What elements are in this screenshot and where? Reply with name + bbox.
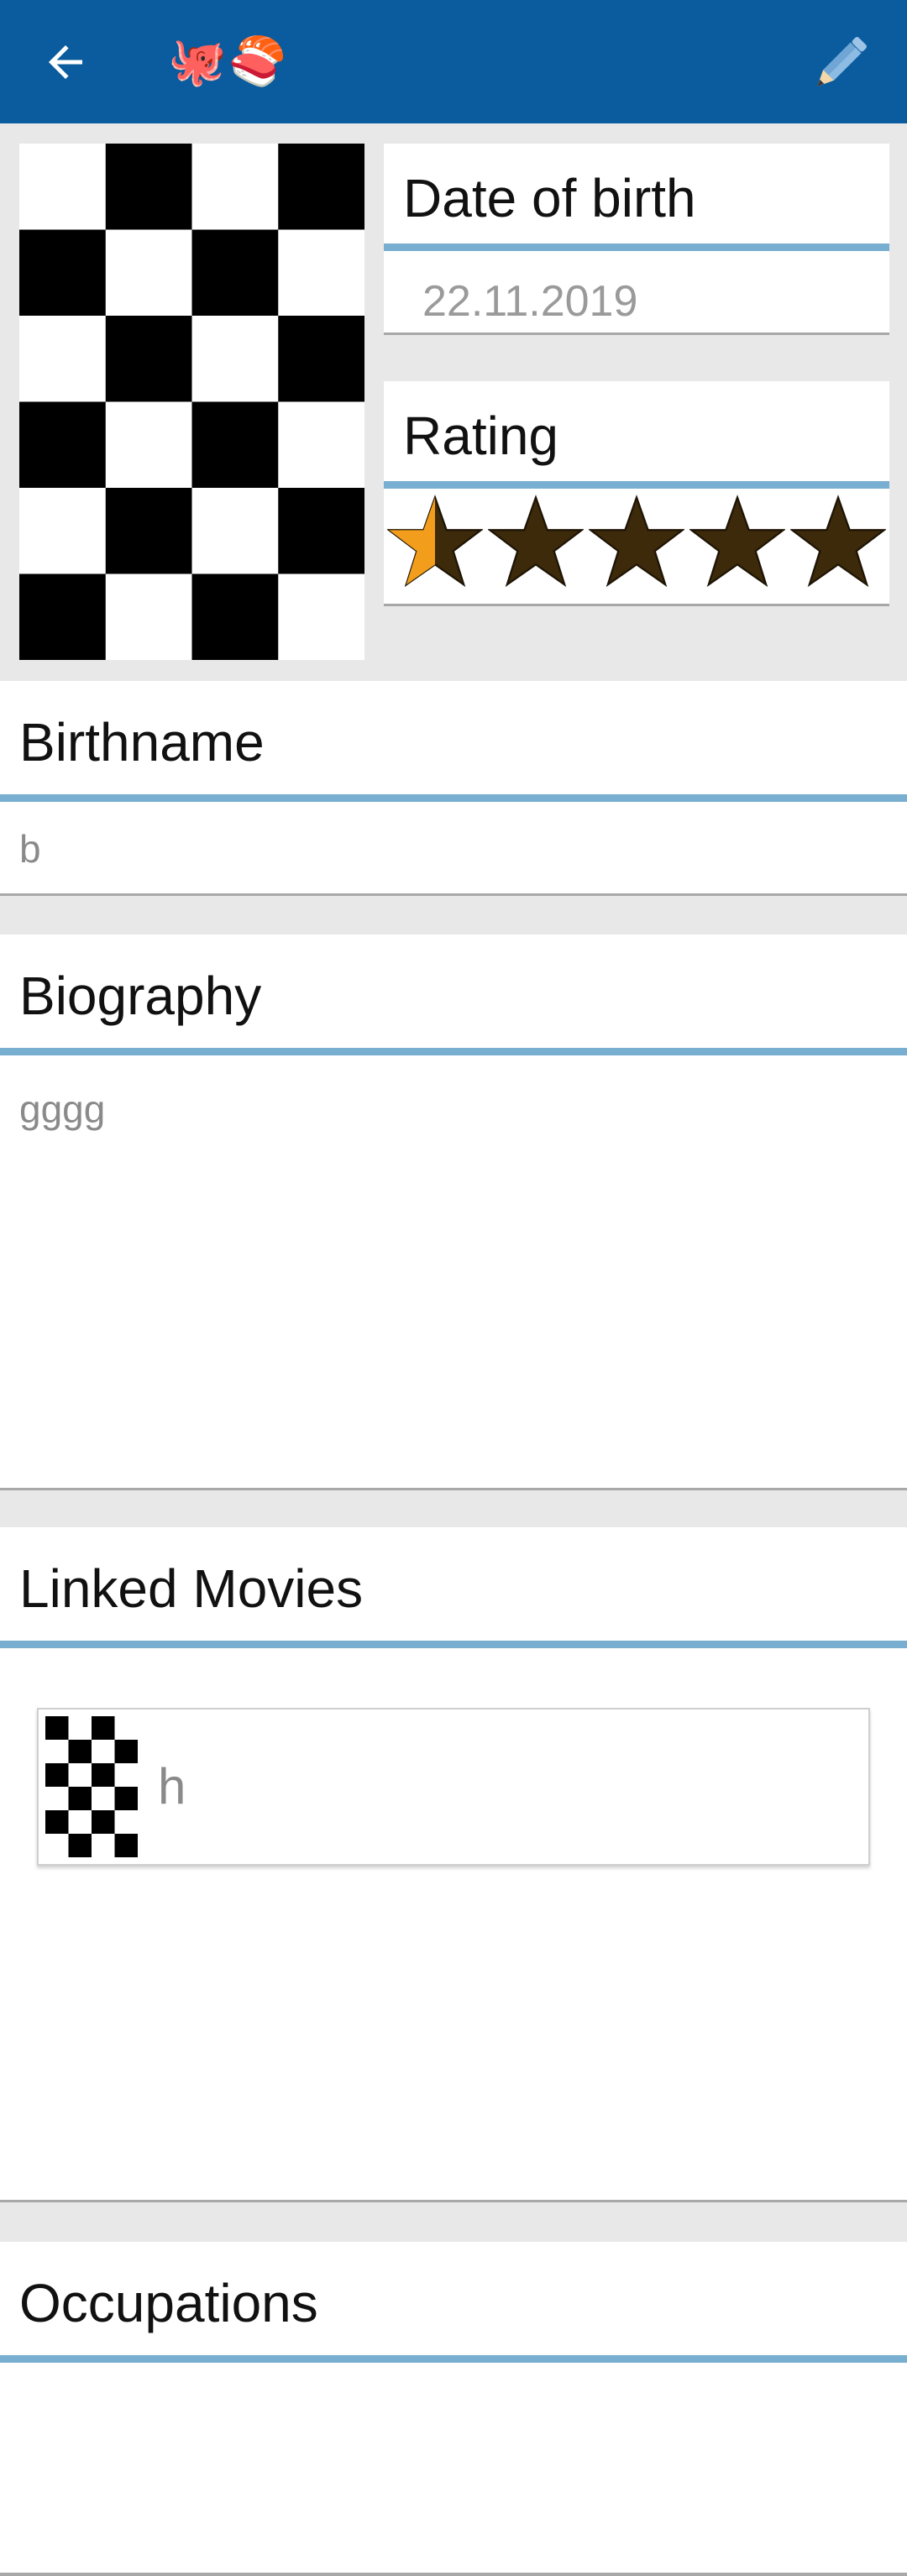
occupations-label: Occupations [0, 2242, 907, 2363]
date-of-birth-card: Date of birth 22.11.2019 [384, 144, 889, 335]
date-of-birth-label: Date of birth [384, 144, 889, 251]
divider [0, 2573, 907, 2576]
linked-movies-label: Linked Movies [0, 1527, 907, 1648]
portrait-image[interactable] [19, 144, 364, 660]
checkerboard-thumbnail [45, 1716, 138, 1857]
rating-star-1[interactable] [387, 494, 483, 589]
occupations-section: Occupations [0, 2242, 907, 2576]
rating-star-4[interactable] [689, 494, 785, 589]
rating-label: Rating [384, 381, 889, 489]
rating-card: Rating [384, 381, 889, 606]
app-title-emoji: 🐙🍣 [168, 34, 289, 87]
birthname-label: Birthname [0, 681, 907, 802]
biography-value[interactable]: gggg [0, 1055, 907, 1128]
rating-star-3[interactable] [589, 494, 684, 589]
rating-star-5[interactable] [790, 494, 886, 589]
arrow-back-icon[interactable] [40, 37, 91, 87]
biography-section: Biography gggg [0, 935, 907, 1490]
biography-label: Biography [0, 935, 907, 1055]
birthname-section: Birthname b [0, 681, 907, 896]
movie-item[interactable]: h [37, 1708, 870, 1866]
rating-stars[interactable] [384, 489, 889, 606]
birthname-value[interactable]: b [0, 802, 907, 896]
movie-title: h [158, 1758, 186, 1814]
checkerboard-placeholder-image [19, 144, 364, 660]
pencil-icon[interactable] [805, 29, 875, 99]
rating-star-2[interactable] [488, 494, 584, 589]
date-of-birth-value[interactable]: 22.11.2019 [384, 251, 889, 335]
app-bar: 🐙🍣 [0, 0, 907, 123]
linked-movies-section: Linked Movies h [0, 1527, 907, 2202]
